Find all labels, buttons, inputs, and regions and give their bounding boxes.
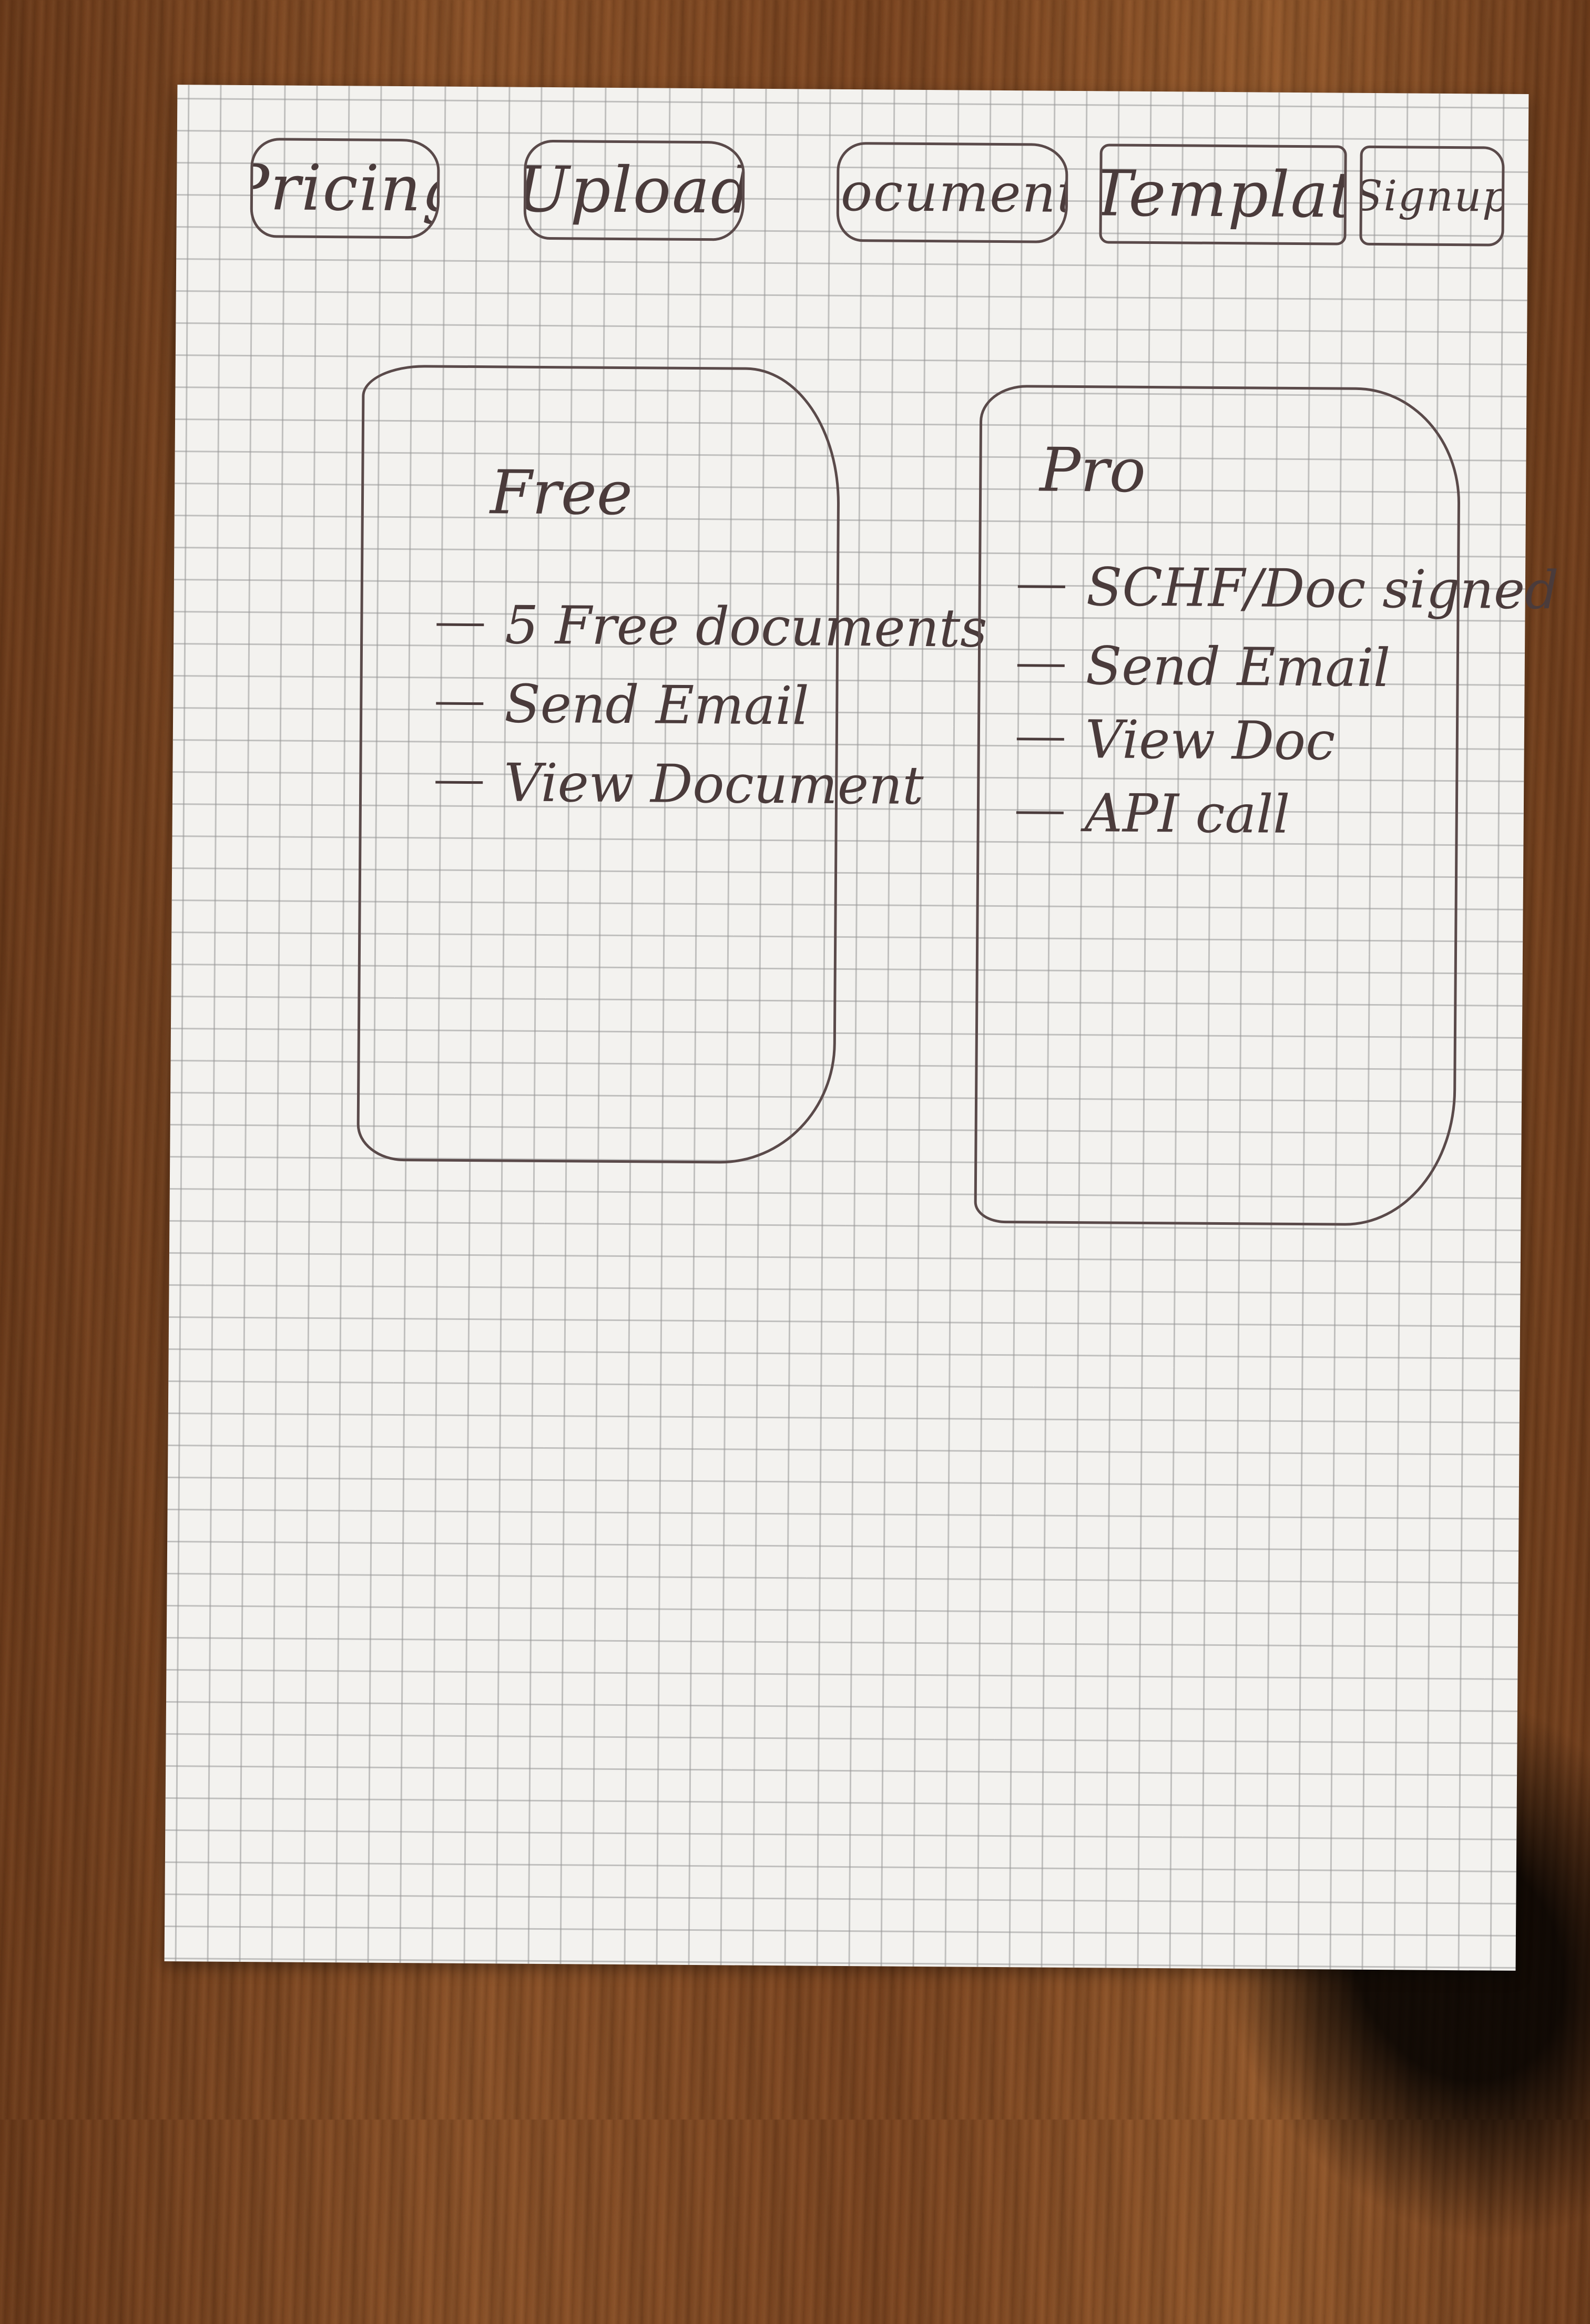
dash-icon: [436, 702, 484, 705]
pro-feature-label: View Doc: [1085, 709, 1336, 772]
dash-icon: [1017, 585, 1065, 588]
tab-pricing[interactable]: Pricing: [250, 138, 440, 239]
pro-feature-label: API call: [1084, 782, 1290, 845]
dash-icon: [1016, 738, 1064, 741]
dash-icon: [1017, 664, 1065, 667]
tab-templates-label: Templat: [1099, 157, 1347, 232]
free-feature-item: Send Email: [436, 673, 809, 737]
free-plan-title: Free: [490, 457, 633, 529]
sketch-paper: Pricing Upload Documents Templat Signup …: [164, 85, 1559, 1971]
free-feature-label: Send Email: [504, 673, 809, 737]
pro-plan-title: Pro: [1039, 435, 1146, 506]
free-feature-item: View Document: [435, 752, 924, 816]
pro-feature-item: API call: [1016, 782, 1290, 845]
pro-feature-item: SCHF/Doc signed: [1017, 556, 1559, 621]
pro-feature-label: Send Email: [1085, 635, 1391, 699]
tab-pricing-label: Pricing: [250, 151, 440, 226]
dash-icon: [1016, 811, 1064, 814]
tab-documents[interactable]: Documents: [836, 141, 1068, 243]
pro-feature-item: View Doc: [1016, 708, 1336, 772]
tab-upload-label: Upload: [523, 153, 745, 228]
free-feature-label: 5 Free documents: [504, 594, 988, 659]
tab-templates[interactable]: Templat: [1099, 144, 1347, 245]
tab-documents-label: Documents: [836, 160, 1068, 224]
pro-feature-item: Send Email: [1017, 634, 1391, 699]
free-feature-item: 5 Free documents: [436, 594, 987, 659]
dash-icon: [435, 781, 483, 784]
dash-icon: [436, 623, 484, 627]
tab-upload[interactable]: Upload: [523, 139, 745, 241]
free-plan-card[interactable]: Free 5 Free documents Send Email View Do…: [356, 364, 987, 1164]
pro-feature-label: SCHF/Doc signed: [1086, 556, 1559, 621]
tab-signup-label: Signup: [1359, 171, 1505, 221]
tab-signup[interactable]: Signup: [1359, 145, 1505, 247]
pro-plan-card[interactable]: Pro SCHF/Doc signed Send Email View Doc …: [974, 384, 1559, 1227]
free-feature-label: View Document: [503, 752, 924, 817]
